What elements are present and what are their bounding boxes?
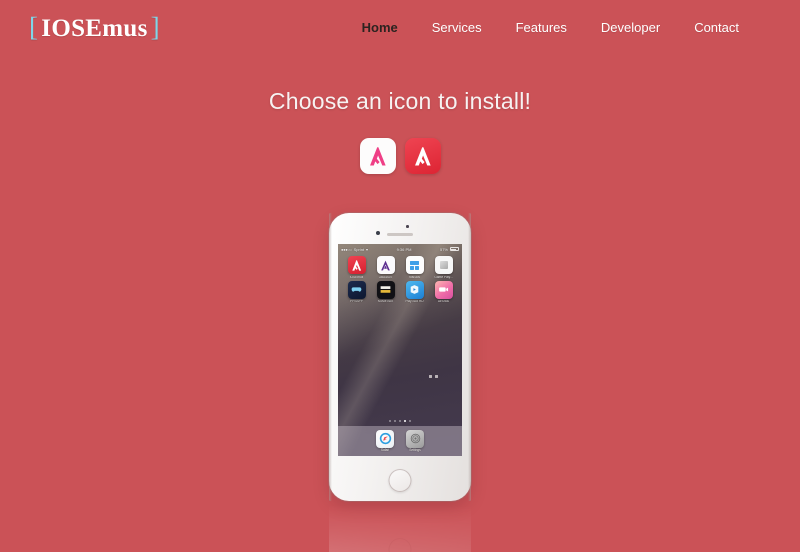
phone-screen: ●●●○○ Sprint ▾ 9:36 PM 57% IOSEmus GBA4i… (338, 244, 462, 456)
app-icon-gameplay[interactable]: Game Play... (429, 256, 458, 279)
gba4ios-icon (376, 256, 395, 274)
carrier-label: Sprint (353, 246, 365, 252)
home-button[interactable] (388, 469, 412, 492)
nav-item-home[interactable]: Home (345, 20, 415, 35)
app-icon-ppsspp[interactable]: PPSSPP (342, 280, 371, 304)
app-icon-playbox[interactable]: Play Box HD (400, 280, 429, 304)
logo-text: IOSEmus (41, 14, 148, 42)
iosemus-a-icon (366, 145, 389, 168)
app-label: AirShou (437, 300, 450, 304)
app-label: Play Box HD (405, 300, 424, 304)
dock-app-settings[interactable]: Settings (406, 429, 424, 453)
page-title: Choose an icon to install! (268, 88, 532, 114)
home-screen-page-dots[interactable] (338, 420, 462, 422)
icon-choice-group (0, 138, 800, 174)
movie-box-icon (376, 280, 395, 299)
status-bar-time: 9:36 PM (396, 246, 412, 252)
status-bar: ●●●○○ Sprint ▾ 9:36 PM 57% (338, 244, 462, 254)
icon-choice-dark[interactable] (404, 138, 441, 174)
battery-percent-label: 57% (439, 246, 448, 252)
app-icon-nds4ios[interactable]: nds4ios (400, 256, 429, 279)
logo-bracket-left: [ (29, 11, 39, 42)
phone-reflection-body (329, 501, 471, 552)
app-label: PPSSPP (350, 300, 363, 304)
nds4ios-icon (405, 256, 424, 274)
nav-item-features[interactable]: Features (499, 20, 584, 35)
home-screen-dock: Safari Settings (338, 426, 462, 456)
wallpaper-widget-dots (429, 375, 438, 378)
phone-mockup-wrapper: ●●●○○ Sprint ▾ 9:36 PM 57% IOSEmus GBA4i… (0, 213, 800, 501)
game-play-icon (434, 256, 453, 274)
battery-icon (449, 247, 459, 251)
settings-gear-icon (406, 429, 424, 448)
safari-icon (376, 429, 394, 448)
home-screen-app-grid: IOSEmus GBA4iOS nds4ios Game Play... PPS… (338, 256, 462, 303)
site-logo[interactable]: [IOSEmus] (26, 12, 163, 43)
nav-item-services[interactable]: Services (415, 20, 499, 35)
icon-choice-light[interactable] (359, 138, 396, 174)
dock-app-safari[interactable]: Safari (376, 429, 394, 453)
app-icon-moviebox[interactable]: Movie Box (371, 280, 400, 304)
iosemus-a-icon (411, 145, 434, 168)
app-label: GBA4iOS (378, 275, 393, 279)
ppsspp-icon (347, 280, 366, 299)
front-camera-icon (376, 231, 380, 235)
app-label: IOSEmus (349, 275, 364, 279)
wifi-icon: ▾ (366, 246, 369, 252)
logo-bracket-right: ] (150, 11, 160, 42)
page-root: [IOSEmus] Home Services Features Develop… (0, 0, 800, 552)
nav-item-contact[interactable]: Contact (677, 20, 756, 35)
iosemus-icon (347, 256, 366, 274)
app-label: Movie Box (378, 300, 393, 304)
proximity-sensor-icon (406, 225, 409, 228)
dock-app-label: Settings (409, 448, 421, 453)
phone-reflection (0, 501, 800, 552)
app-label: nds4ios (409, 275, 420, 279)
phone-reflection-home-button (389, 538, 412, 552)
main-navigation: Home Services Features Developer Contact (345, 20, 756, 35)
iphone-mockup: ●●●○○ Sprint ▾ 9:36 PM 57% IOSEmus GBA4i… (329, 213, 471, 501)
phone-edge-right (468, 213, 471, 501)
play-box-hd-icon (405, 280, 424, 299)
site-header: [IOSEmus] Home Services Features Develop… (0, 0, 800, 54)
airshou-icon (434, 280, 453, 299)
signal-strength-icon: ●●●○○ (341, 246, 352, 252)
earpiece-speaker (387, 233, 413, 236)
nav-item-developer[interactable]: Developer (584, 20, 677, 35)
app-icon-gba4ios[interactable]: GBA4iOS (371, 256, 400, 279)
phone-edge-left (329, 213, 332, 501)
app-icon-airshou[interactable]: AirShou (429, 280, 458, 304)
dock-app-label: Safari (380, 448, 390, 453)
app-icon-iosemus[interactable]: IOSEmus (342, 256, 371, 279)
app-label: Game Play... (434, 275, 453, 279)
